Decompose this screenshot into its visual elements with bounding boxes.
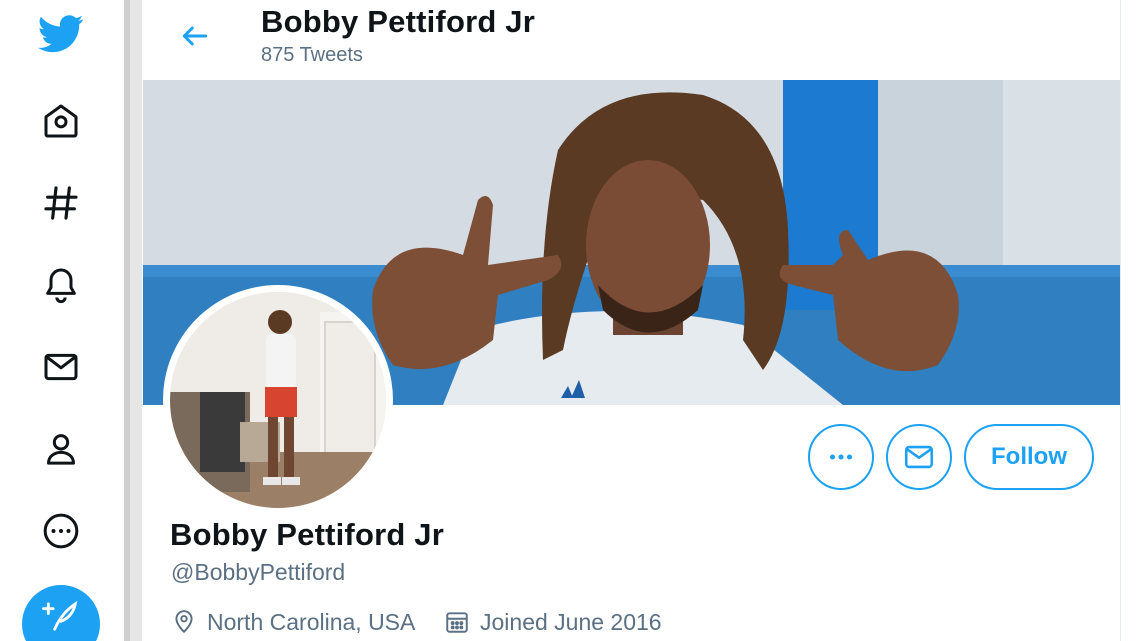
- back-button[interactable]: [175, 16, 215, 56]
- joined-text: Joined June 2016: [480, 608, 662, 635]
- profile-location: North Carolina, USA: [171, 606, 415, 638]
- follow-button[interactable]: Follow: [964, 424, 1094, 490]
- twitter-logo-icon[interactable]: [38, 10, 84, 56]
- compose-tweet-icon: [42, 600, 78, 631]
- scrollbar[interactable]: [124, 0, 130, 641]
- profile-avatar[interactable]: [163, 285, 393, 515]
- tweet-count: 875 Tweets: [261, 44, 363, 66]
- calendar-icon: [446, 612, 468, 633]
- explore-hashtag-icon[interactable]: [38, 180, 84, 226]
- more-actions-button[interactable]: [808, 424, 874, 490]
- location-pin-icon: [175, 610, 193, 633]
- ellipsis-icon: [829, 454, 853, 460]
- compose-tweet-button[interactable]: [22, 585, 100, 641]
- page-right-edge: [1120, 0, 1140, 641]
- notifications-bell-icon[interactable]: [38, 262, 84, 308]
- home-icon[interactable]: [38, 98, 84, 144]
- profile-display-name: Bobby Pettiford Jr: [170, 517, 445, 552]
- message-button[interactable]: [886, 424, 952, 490]
- more-options-icon[interactable]: [38, 508, 84, 554]
- profile-handle: @BobbyPettiford: [171, 559, 346, 585]
- profile-joined-date: Joined June 2016: [444, 606, 662, 638]
- messages-mail-icon[interactable]: [38, 344, 84, 390]
- mail-icon: [904, 445, 934, 469]
- profile-header: Bobby Pettiford Jr 875 Tweets: [143, 0, 1120, 80]
- location-text: North Carolina, USA: [207, 608, 416, 635]
- profile-person-icon[interactable]: [38, 426, 84, 472]
- header-title: Bobby Pettiford Jr: [261, 4, 536, 39]
- side-navigation: [0, 0, 122, 641]
- back-arrow-icon: [182, 26, 208, 46]
